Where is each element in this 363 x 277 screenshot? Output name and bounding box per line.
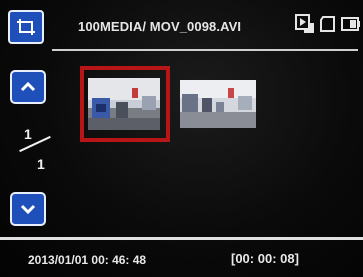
mode-button[interactable] — [8, 10, 44, 44]
file-path-title: 100MEDIA/ MOV_0098.AVI — [78, 19, 242, 34]
chevron-down-icon — [20, 204, 36, 215]
video-file-icon — [295, 14, 314, 33]
screen: 100MEDIA/ MOV_0098.AVI 1 1 2013/01/01 00… — [0, 0, 363, 277]
page-total: 1 — [37, 156, 45, 172]
page-down-button[interactable] — [10, 192, 46, 226]
bottom-divider — [0, 237, 363, 240]
recording-datetime: 2013/01/01 00: 46: 48 — [28, 253, 147, 267]
battery-icon — [341, 17, 360, 31]
page-current: 1 — [24, 126, 32, 142]
crop-frame-icon — [17, 19, 35, 35]
sd-card-icon — [320, 16, 335, 32]
page-up-button[interactable] — [10, 70, 46, 104]
chevron-up-icon — [20, 81, 36, 92]
status-icons — [295, 14, 361, 34]
thumbnail-image — [180, 80, 256, 128]
selection-frame — [80, 66, 170, 142]
top-divider — [52, 49, 358, 51]
video-thumbnail[interactable] — [180, 80, 256, 128]
video-duration: [00: 00: 08] — [231, 251, 299, 266]
